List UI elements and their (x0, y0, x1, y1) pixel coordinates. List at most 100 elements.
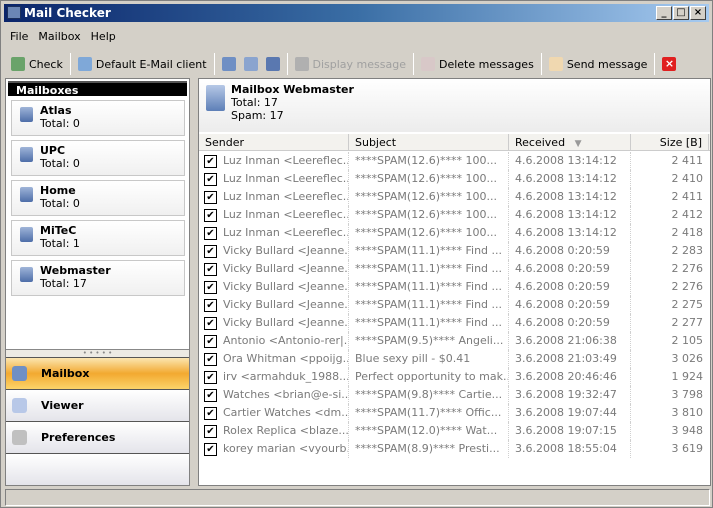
sender-cell: ✔ Cartier Watches <dm... (199, 404, 349, 422)
check-button[interactable]: Check (5, 53, 69, 75)
row-checkbox[interactable]: ✔ (204, 262, 217, 276)
mailbox-spam: Spam: 17 (231, 109, 284, 122)
delete-messages-button[interactable]: Delete messages (415, 53, 540, 75)
row-checkbox[interactable]: ✔ (204, 226, 217, 240)
row-checkbox[interactable]: ✔ (204, 208, 217, 222)
table-row[interactable]: ✔ Luz Inman <Leereflec... ****SPAM(12.6)*… (199, 206, 710, 224)
mailbox-total: Total: 17 (231, 96, 278, 109)
minimize-button[interactable]: _ (656, 6, 672, 20)
panel-splitter[interactable]: • • • • • (6, 349, 189, 357)
close-button[interactable]: × (690, 6, 706, 20)
subject-cell: ****SPAM(9.5)**** Angeli... (349, 332, 509, 350)
table-row[interactable]: ✔ Luz Inman <Leereflec... ****SPAM(12.6)*… (199, 170, 710, 188)
menu-file[interactable]: File (5, 30, 33, 43)
mailbox-icon (20, 267, 33, 282)
nav-preferences[interactable]: Preferences (6, 421, 189, 453)
copy-mailbox-button[interactable] (242, 53, 260, 75)
status-bar (5, 489, 710, 506)
table-row[interactable]: ✔ Antonio <Antonio-rer|... ****SPAM(9.5)*… (199, 332, 710, 350)
row-checkbox[interactable]: ✔ (204, 442, 217, 456)
mailboxes-header: Mailboxes (8, 81, 187, 97)
table-row[interactable]: ✔ Vicky Bullard <Jeanne... ****SPAM(11.1)… (199, 278, 710, 296)
table-row[interactable]: ✔ Watches <brian@e-si... ****SPAM(9.8)***… (199, 386, 710, 404)
column-size[interactable]: Size [B] (631, 134, 709, 151)
mailbox-server-icon (206, 85, 225, 111)
menu-help[interactable]: Help (86, 30, 121, 43)
menu-mailbox[interactable]: Mailbox (33, 30, 85, 43)
received-cell: 3.6.2008 20:46:46 (509, 368, 631, 386)
received-cell: 4.6.2008 13:14:12 (509, 188, 631, 206)
sender-cell: ✔ Luz Inman <Leereflec... (199, 188, 349, 206)
display-message-button[interactable]: Display message (289, 53, 412, 75)
messages-panel: Mailbox Webmaster Total: 17 Spam: 17 Sen… (198, 78, 711, 486)
default-client-button[interactable]: Default E-Mail client (72, 53, 213, 75)
table-row[interactable]: ✔ Ora Whitman <ppoijg... Blue sexy pill -… (199, 350, 710, 368)
exit-button[interactable]: × (656, 53, 682, 75)
row-checkbox[interactable]: ✔ (204, 334, 217, 348)
row-checkbox[interactable]: ✔ (204, 406, 217, 420)
mailbox-icon (20, 227, 33, 242)
row-checkbox[interactable]: ✔ (204, 388, 217, 402)
column-received[interactable]: Received ▼ (509, 134, 631, 151)
table-row[interactable]: ✔ Vicky Bullard <Jeanne... ****SPAM(11.1)… (199, 296, 710, 314)
delete-mailbox-button[interactable] (260, 53, 286, 75)
row-checkbox[interactable]: ✔ (204, 298, 217, 312)
toolbar-separator (413, 53, 414, 75)
row-checkbox[interactable]: ✔ (204, 316, 217, 330)
check-mail-icon (11, 57, 25, 71)
table-row[interactable]: ✔ Vicky Bullard <Jeanne... ****SPAM(11.1)… (199, 242, 710, 260)
delete-messages-icon (421, 57, 435, 71)
table-header: Sender Subject Received ▼ Size [B] (199, 134, 710, 151)
table-row[interactable]: ✔ Cartier Watches <dm... ****SPAM(11.7)**… (199, 404, 710, 422)
sender-cell: ✔ Luz Inman <Leereflec... (199, 170, 349, 188)
toolbar-separator (69, 53, 71, 75)
row-checkbox[interactable]: ✔ (204, 244, 217, 258)
row-checkbox[interactable]: ✔ (204, 190, 217, 204)
mailbox-card-home[interactable]: Home Total: 0 (11, 180, 185, 216)
table-row[interactable]: ✔ Vicky Bullard <Jeanne... ****SPAM(11.1)… (199, 260, 710, 278)
table-row[interactable]: ✔ irv <armahduk_1988... Perfect opportuni… (199, 368, 710, 386)
nav-viewer[interactable]: Viewer (6, 389, 189, 421)
sender-cell: ✔ Ora Whitman <ppoijg... (199, 350, 349, 368)
row-checkbox[interactable]: ✔ (204, 154, 217, 168)
size-cell: 2 283 (671, 244, 704, 257)
display-message-icon (294, 57, 309, 71)
subject-cell: ****SPAM(9.8)**** Cartie... (349, 386, 509, 404)
add-mailbox-button[interactable] (216, 53, 242, 75)
sender-cell: ✔ Vicky Bullard <Jeanne... (199, 296, 349, 314)
size-cell: 2 418 (671, 226, 704, 239)
mailbox-card-atlas[interactable]: Atlas Total: 0 (11, 100, 185, 136)
column-sender[interactable]: Sender (199, 134, 349, 151)
table-row[interactable]: ✔ Luz Inman <Leereflec... ****SPAM(12.6)*… (199, 224, 710, 242)
table-row[interactable]: ✔ Luz Inman <Leereflec... ****SPAM(12.6)*… (199, 188, 710, 206)
row-checkbox[interactable]: ✔ (204, 370, 217, 384)
row-checkbox[interactable]: ✔ (204, 172, 217, 186)
sender-cell: ✔ Antonio <Antonio-rer|... (199, 332, 349, 350)
home-icon (77, 57, 92, 71)
wrench-icon (12, 430, 27, 445)
table-row[interactable]: ✔ Luz Inman <Leereflec... ****SPAM(12.6)*… (199, 152, 710, 170)
column-subject[interactable]: Subject (349, 134, 509, 151)
row-checkbox[interactable]: ✔ (204, 424, 217, 438)
mailbox-card-upc[interactable]: UPC Total: 0 (11, 140, 185, 176)
mailbox-card-webmaster[interactable]: Webmaster Total: 17 (11, 260, 185, 296)
table-row[interactable]: ✔ Rolex Replica <blaze... ****SPAM(12.0)*… (199, 422, 710, 440)
row-checkbox[interactable]: ✔ (204, 352, 217, 366)
mailbox-card-mitec[interactable]: MiTeC Total: 1 (11, 220, 185, 256)
size-cell: 2 276 (671, 262, 704, 275)
maximize-button[interactable]: □ (673, 6, 689, 20)
toolbar-separator (213, 53, 215, 75)
size-cell: 2 412 (671, 208, 704, 221)
row-checkbox[interactable]: ✔ (204, 280, 217, 294)
received-cell: 3.6.2008 19:32:47 (509, 386, 631, 404)
edit-mailbox-icon (243, 57, 258, 71)
send-message-button[interactable]: Send message (543, 53, 654, 75)
received-cell: 3.6.2008 19:07:15 (509, 422, 631, 440)
nav-mailbox[interactable]: Mailbox (6, 357, 189, 389)
sender-cell: ✔ Rolex Replica <blaze... (199, 422, 349, 440)
table-row[interactable]: ✔ Vicky Bullard <Jeanne... ****SPAM(11.1)… (199, 314, 710, 332)
menu-bar: File Mailbox Help (5, 27, 121, 45)
subject-cell: ****SPAM(11.1)**** Find ... (349, 260, 509, 278)
table-row[interactable]: ✔ korey marian <vyourb... ****SPAM(8.9)**… (199, 440, 710, 458)
sort-desc-icon: ▼ (574, 139, 582, 149)
